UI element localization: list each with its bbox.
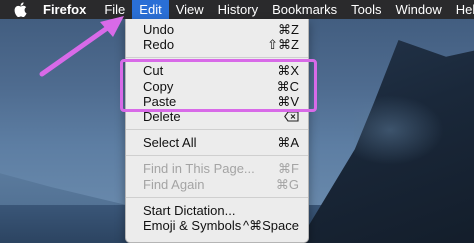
annotation-arrow — [39, 16, 124, 77]
